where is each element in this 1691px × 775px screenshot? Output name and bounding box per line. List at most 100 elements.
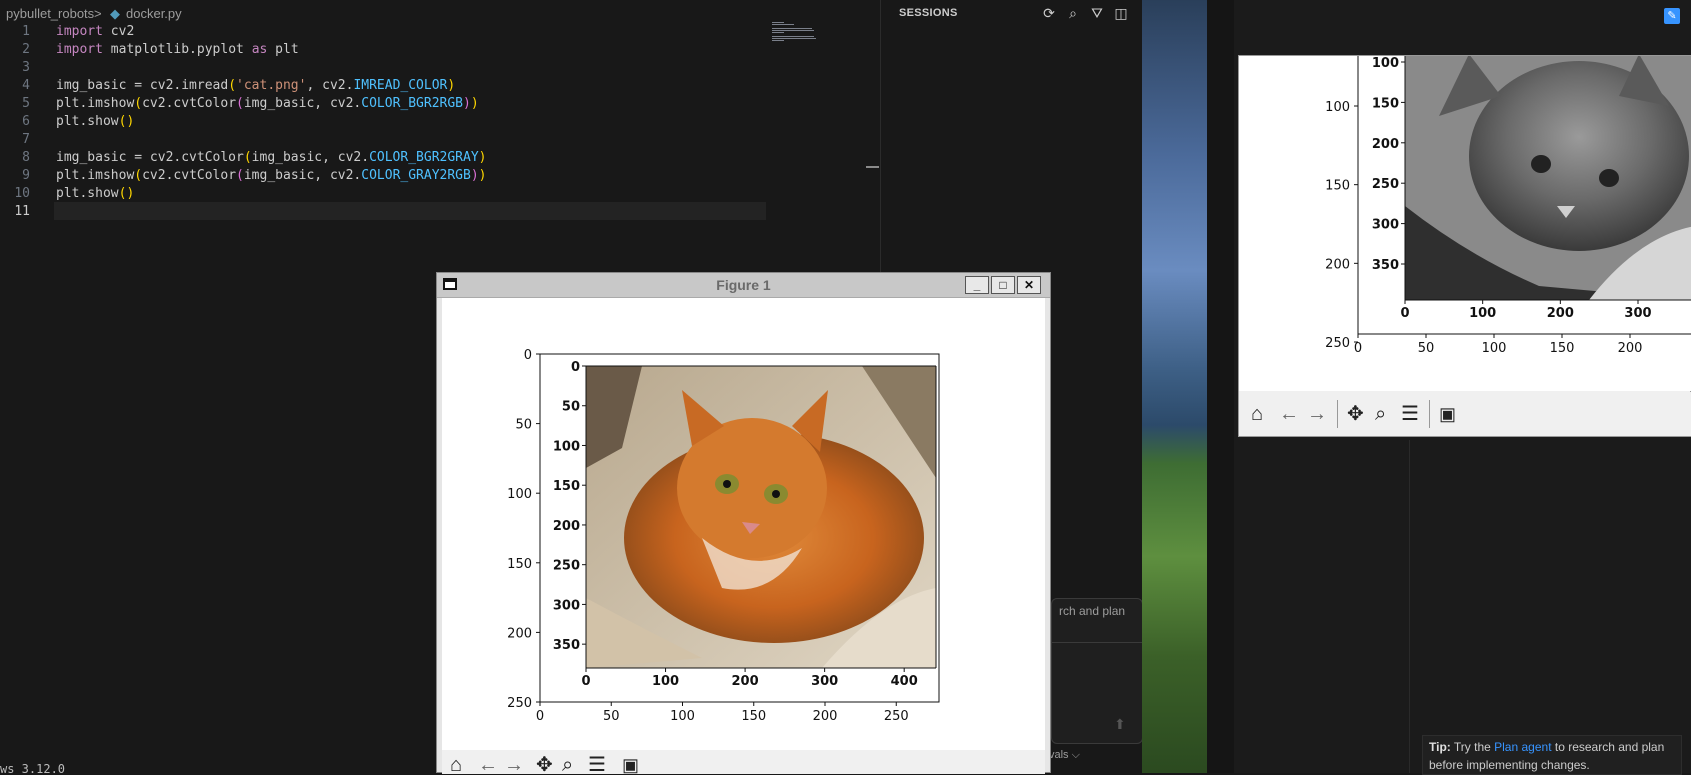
line-number: 5 — [22, 96, 30, 111]
y-tick-label: 250 — [1325, 336, 1350, 351]
desktop-wallpaper — [1142, 0, 1207, 773]
send-icon[interactable]: ⬆ — [1114, 716, 1126, 733]
tip-pre: Try the — [1450, 740, 1495, 754]
inner-y-tick-label: 350 — [1372, 258, 1399, 273]
code-line[interactable]: 8 img_basic = cv2.cvtColor(img_basic, cv2… — [0, 149, 770, 167]
refresh-icon[interactable]: ⟳ — [1040, 4, 1058, 22]
figure-2-toolbar: ⌂ ← → ✥ ⌕ ☰ ▣ — [1239, 392, 1691, 436]
x-tick-label: 100 — [1482, 341, 1507, 356]
maximize-button[interactable]: □ — [991, 276, 1015, 294]
code-line[interactable]: 6 plt.show() — [0, 113, 770, 131]
y-tick-label: 250 — [507, 696, 532, 711]
line-number: 1 — [22, 24, 30, 39]
code-token: 'cat.png' — [236, 78, 307, 93]
back-icon[interactable]: ← — [478, 753, 498, 774]
code-token: ) — [470, 96, 479, 111]
x-tick-label: 200 — [813, 709, 838, 724]
breadcrumb-file[interactable]: docker.py — [126, 6, 182, 21]
y-tick-label: 150 — [1325, 179, 1350, 194]
configure-icon[interactable]: ☰ — [1401, 402, 1419, 426]
code-token: img_basic, cv2. — [243, 96, 362, 111]
plan-agent-link[interactable]: Plan agent — [1494, 740, 1551, 754]
code-line[interactable]: 11 — [0, 203, 770, 221]
inner-y-tick-label: 0 — [571, 360, 580, 375]
inner-y-tick-label: 150 — [553, 479, 580, 494]
close-button[interactable]: ✕ — [1017, 276, 1041, 294]
edit-icon[interactable]: ✎ — [1664, 8, 1680, 24]
scrollbar-marker[interactable] — [866, 166, 879, 168]
inner-y-tick-label: 150 — [1372, 96, 1399, 111]
figure-2-window[interactable]: 0 50 100 150 200 100 150 200 250 0 100 200 300 100 150… — [1238, 53, 1691, 437]
save-icon[interactable]: ▣ — [1439, 402, 1456, 426]
zoom-icon[interactable]: ⌕ — [562, 753, 573, 774]
status-bar-fragment: ws 3.12.0 — [0, 762, 66, 773]
code-text: plt.show() — [56, 185, 134, 203]
inner-x-tick-label: 300 — [811, 674, 838, 689]
code-text: img_basic = cv2.cvtColor(img_basic, cv2.… — [56, 149, 486, 167]
home-icon[interactable]: ⌂ — [450, 753, 462, 774]
configure-icon[interactable]: ☰ — [588, 753, 606, 774]
breadcrumb-folder[interactable]: pybullet_robots — [6, 6, 94, 21]
filter-icon[interactable]: ⛛ — [1088, 4, 1106, 22]
code-token: ) — [478, 150, 487, 165]
code-line[interactable]: 2 import matplotlib.pyplot as plt — [0, 41, 770, 59]
x-tick-label: 50 — [603, 709, 620, 724]
zoom-icon[interactable]: ⌕ — [1375, 402, 1386, 426]
chat-input-box[interactable] — [1051, 598, 1143, 744]
right-panel-divider — [1409, 440, 1691, 773]
code-token: cv2.cvtColor — [142, 168, 237, 183]
inner-x-tick-label: 100 — [1469, 306, 1496, 321]
chat-divider — [1051, 642, 1142, 643]
forward-icon[interactable]: → — [504, 753, 524, 774]
code-token: ( — [134, 96, 143, 111]
back-icon[interactable]: ← — [1279, 402, 1299, 426]
panel-toggle-icon[interactable]: ◫ — [1112, 4, 1130, 22]
save-icon[interactable]: ▣ — [622, 753, 639, 774]
x-tick-label: 50 — [1418, 341, 1435, 356]
inner-y-tick-label: 300 — [553, 598, 580, 613]
home-icon[interactable]: ⌂ — [1251, 402, 1263, 426]
forward-icon[interactable]: → — [1307, 402, 1327, 426]
code-token: COLOR_BGR2GRAY — [369, 150, 479, 165]
code-line[interactable]: 4 img_basic = cv2.imread('cat.png', cv2.I… — [0, 77, 770, 95]
code-text: img_basic = cv2.imread('cat.png', cv2.IM… — [56, 77, 455, 95]
code-line[interactable]: 3 — [0, 59, 770, 77]
window-gap — [1207, 0, 1234, 773]
inner-y-tick-label: 300 — [1372, 218, 1399, 233]
evals-dropdown[interactable]: vals ⌵ — [1049, 749, 1080, 762]
pan-icon[interactable]: ✥ — [1347, 402, 1364, 426]
figure-2-canvas: 0 50 100 150 200 100 150 200 250 0 100 200 300 100 150… — [1239, 53, 1691, 391]
figure-1-titlebar[interactable]: Figure 1 _ □ ✕ — [437, 273, 1050, 298]
line-number: 2 — [22, 42, 30, 57]
y-tick-label: 100 — [507, 487, 532, 502]
minimap[interactable] — [772, 22, 828, 44]
line-number: 11 — [14, 204, 30, 219]
code-token: plt.imshow — [56, 96, 135, 111]
search-icon[interactable]: ⌕ — [1064, 4, 1082, 22]
orange-cat-image — [586, 366, 936, 668]
minimize-button[interactable]: _ — [965, 276, 989, 294]
code-token: img_basic = cv2.cvtColor — [56, 150, 244, 165]
code-token: plt — [267, 42, 299, 57]
figure-1-window[interactable]: Figure 1 _ □ ✕ 0 50 100 150 200 250 0 50… — [436, 272, 1051, 774]
x-tick-label: 0 — [536, 709, 544, 724]
code-token: COLOR_GRAY2RGB — [361, 168, 471, 183]
code-line[interactable]: 9 plt.imshow(cv2.cvtColor(img_basic, cv2.… — [0, 167, 770, 185]
code-token: ( — [243, 150, 252, 165]
inner-y-tick-label: 50 — [562, 400, 580, 415]
inner-y-tick-label: 350 — [553, 638, 580, 653]
pan-icon[interactable]: ✥ — [536, 753, 553, 774]
code-text: plt.imshow(cv2.cvtColor(img_basic, cv2.C… — [56, 95, 479, 113]
figure-1-toolbar: ⌂ ← → ✥ ⌕ ☰ ▣ — [442, 750, 1045, 774]
code-line[interactable]: 7 — [0, 131, 770, 149]
inner-x-tick-label: 0 — [581, 674, 590, 689]
figure-1-canvas: 0 50 100 150 200 250 0 50 100 150 200 250 0 100 200 300… — [442, 298, 1045, 750]
x-tick-label: 100 — [670, 709, 695, 724]
toolbar-separator — [1337, 400, 1338, 428]
code-line[interactable]: 1 import cv2 — [0, 23, 770, 41]
code-line[interactable]: 10 plt.show() — [0, 185, 770, 203]
inner-x-tick-label: 0 — [1400, 306, 1409, 321]
inner-y-tick-label: 250 — [1372, 177, 1399, 192]
code-line[interactable]: 5 plt.imshow(cv2.cvtColor(img_basic, cv2.… — [0, 95, 770, 113]
x-tick-label: 150 — [741, 709, 766, 724]
